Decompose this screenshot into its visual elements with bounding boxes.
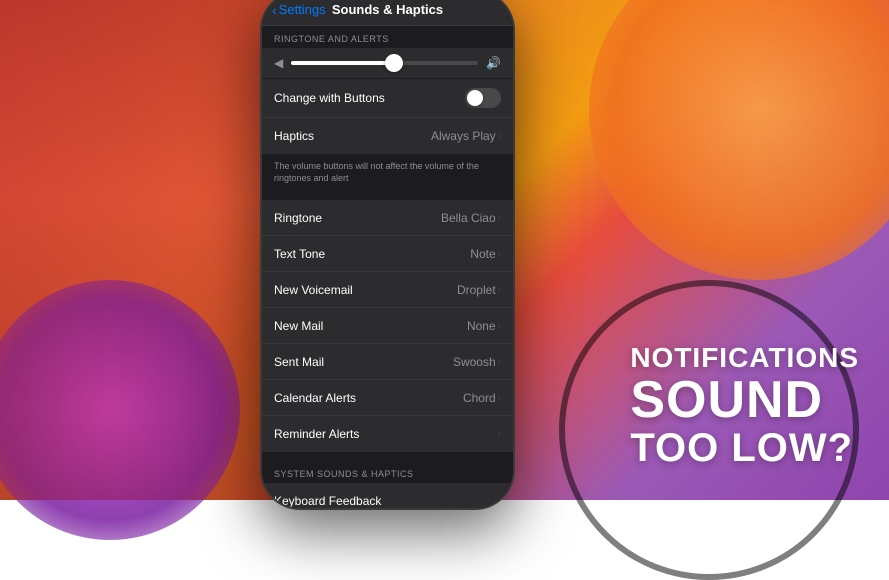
separator-2: [262, 453, 513, 461]
nav-bar: ‹ Settings Sounds & Haptics: [262, 0, 513, 26]
system-sounds-label: SYSTEM SOUNDS & HAPTICS: [262, 461, 513, 483]
ringtone-section-label: RINGTONE AND ALERTS: [262, 26, 513, 48]
haptics-label: Haptics: [274, 129, 314, 143]
volume-high-icon: 🔊: [486, 56, 501, 70]
new-mail-row[interactable]: New Mail None ›: [262, 308, 513, 344]
new-mail-chevron-icon: ›: [498, 320, 501, 331]
volume-slider[interactable]: [291, 61, 478, 65]
overlay-text: NOTIFICATIONS SOUND TOO LOW?: [630, 343, 859, 470]
haptics-chevron-icon: ›: [498, 131, 501, 142]
reminder-alerts-row[interactable]: Reminder Alerts ›: [262, 416, 513, 452]
slider-fill: [291, 61, 394, 65]
text-tone-chevron-icon: ›: [498, 248, 501, 259]
ringtone-value: Bella Ciao ›: [441, 211, 501, 225]
overlay-line1: NOTIFICATIONS: [630, 343, 859, 374]
sound-rows-group: Ringtone Bella Ciao › Text Tone Note › N…: [262, 200, 513, 452]
change-with-buttons-row[interactable]: Change with Buttons: [262, 79, 513, 118]
calendar-alerts-value: Chord ›: [463, 391, 501, 405]
volume-row[interactable]: ◀ 🔊: [262, 48, 513, 78]
new-voicemail-value: Droplet ›: [457, 283, 501, 297]
change-with-buttons-toggle[interactable]: [465, 88, 501, 108]
nav-title: Sounds & Haptics: [332, 2, 443, 17]
reminder-alerts-value: ›: [498, 429, 501, 440]
new-mail-label: New Mail: [274, 319, 323, 333]
slider-thumb[interactable]: [385, 54, 403, 72]
phone-mockup: ‹ Settings Sounds & Haptics RINGTONE AND…: [260, 0, 515, 510]
change-with-buttons-group: Change with Buttons Haptics Always Play …: [262, 79, 513, 154]
new-mail-value: None ›: [467, 319, 501, 333]
sent-mail-value: Swoosh ›: [453, 355, 501, 369]
overlay-line3: TOO LOW?: [630, 426, 859, 470]
sent-mail-row[interactable]: Sent Mail Swoosh ›: [262, 344, 513, 380]
ringtone-row[interactable]: Ringtone Bella Ciao ›: [262, 200, 513, 236]
system-rows-group: Keyboard Feedback › Lock Sound › System …: [262, 483, 513, 508]
keyboard-feedback-row[interactable]: Keyboard Feedback ›: [262, 483, 513, 508]
ringtone-label: Ringtone: [274, 211, 322, 225]
keyboard-feedback-chevron-icon: ›: [496, 493, 501, 508]
nav-back-button[interactable]: ‹ Settings: [272, 2, 326, 18]
volume-description: The volume buttons will not affect the v…: [262, 155, 513, 192]
ringtone-chevron-icon: ›: [498, 212, 501, 223]
haptics-value: Always Play ›: [431, 129, 501, 143]
reminder-alerts-label: Reminder Alerts: [274, 427, 359, 441]
calendar-alerts-row[interactable]: Calendar Alerts Chord ›: [262, 380, 513, 416]
overlay-line2: SOUND: [630, 374, 859, 426]
calendar-alerts-label: Calendar Alerts: [274, 391, 356, 405]
sent-mail-label: Sent Mail: [274, 355, 324, 369]
haptics-row[interactable]: Haptics Always Play ›: [262, 118, 513, 154]
volume-low-icon: ◀: [274, 56, 283, 70]
separator-1: [262, 192, 513, 200]
keyboard-feedback-label: Keyboard Feedback: [274, 494, 381, 508]
reminder-alerts-chevron-icon: ›: [498, 429, 501, 440]
new-voicemail-row[interactable]: New Voicemail Droplet ›: [262, 272, 513, 308]
sent-mail-chevron-icon: ›: [498, 356, 501, 367]
text-tone-value: Note ›: [470, 247, 501, 261]
change-with-buttons-label: Change with Buttons: [274, 91, 385, 105]
back-chevron-icon: ‹: [272, 2, 277, 18]
phone-screen: ‹ Settings Sounds & Haptics RINGTONE AND…: [262, 0, 513, 508]
new-voicemail-label: New Voicemail: [274, 283, 353, 297]
calendar-alerts-chevron-icon: ›: [498, 392, 501, 403]
text-tone-label: Text Tone: [274, 247, 325, 261]
new-voicemail-chevron-icon: ›: [498, 284, 501, 295]
toggle-thumb: [467, 90, 483, 106]
text-tone-row[interactable]: Text Tone Note ›: [262, 236, 513, 272]
nav-back-label[interactable]: Settings: [279, 2, 326, 17]
